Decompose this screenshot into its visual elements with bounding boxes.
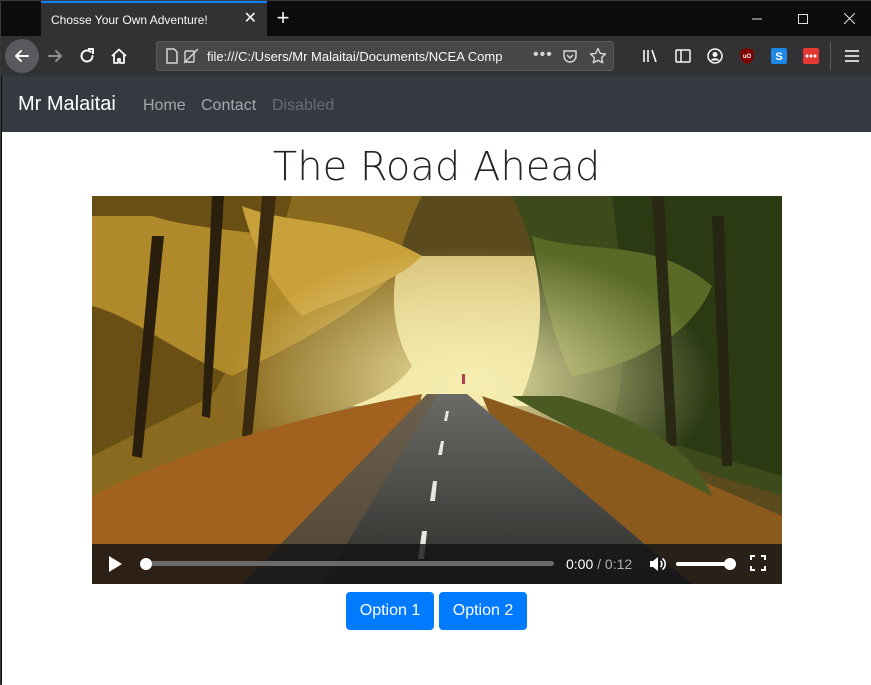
back-icon[interactable]	[5, 39, 39, 73]
extension-dots-icon[interactable]	[795, 40, 827, 72]
maximize-window-icon[interactable]	[780, 1, 826, 36]
fullscreen-icon[interactable]	[750, 555, 766, 571]
volume-slider-handle[interactable]	[724, 558, 736, 570]
url-text[interactable]: file:///C:/Users/Mr Malaitai/Documents/N…	[207, 49, 527, 64]
option-1-button[interactable]: Option 1	[346, 592, 434, 630]
menu-icon[interactable]	[836, 40, 868, 72]
svg-text:uO: uO	[743, 54, 752, 60]
navigation-toolbar: file:///C:/Users/Mr Malaitai/Documents/N…	[1, 36, 871, 76]
page-actions-icon[interactable]: •••	[533, 46, 553, 64]
tab-title: Chosse Your Own Adventure!	[51, 13, 208, 27]
new-tab-icon[interactable]: +	[273, 7, 293, 29]
page-icon[interactable]	[165, 48, 179, 69]
minimize-window-icon[interactable]	[734, 1, 780, 36]
permissions-icon[interactable]	[183, 48, 199, 69]
account-icon[interactable]	[699, 40, 731, 72]
play-icon[interactable]	[107, 555, 123, 573]
reload-icon[interactable]	[71, 40, 103, 72]
progress-scrubber[interactable]	[140, 558, 152, 570]
home-icon[interactable]	[103, 40, 135, 72]
site-navbar: Mr Malaitai Home Contact Disabled	[2, 76, 871, 132]
time-separator: /	[593, 556, 605, 572]
page-viewport: Mr Malaitai Home Contact Disabled The Ro…	[2, 76, 871, 685]
svg-text:S: S	[775, 51, 782, 63]
nav-link-disabled: Disabled	[272, 97, 335, 114]
forward-icon[interactable]	[39, 40, 71, 72]
extension-s-icon[interactable]: S	[763, 40, 795, 72]
nav-link-contact[interactable]: Contact	[201, 97, 256, 115]
tab-strip: Chosse Your Own Adventure! ✕ +	[1, 1, 871, 36]
sidebar-icon[interactable]	[667, 40, 699, 72]
current-time: 0:00	[566, 556, 594, 572]
ublock-icon[interactable]: uO	[731, 40, 763, 72]
navbar-brand[interactable]: Mr Malaitai	[18, 93, 116, 116]
video-frame-forest-road	[92, 196, 782, 584]
nav-link-home[interactable]: Home	[143, 97, 186, 115]
option-2-button[interactable]: Option 2	[439, 592, 527, 630]
browser-tab[interactable]: Chosse Your Own Adventure! ✕	[41, 1, 267, 36]
browser-window: Chosse Your Own Adventure! ✕ + file:///C…	[0, 0, 871, 685]
volume-icon[interactable]	[648, 555, 666, 573]
duration-time: 0:12	[604, 556, 633, 572]
library-icon[interactable]	[635, 40, 667, 72]
pocket-icon[interactable]	[562, 48, 578, 69]
page-title: The Road Ahead	[272, 144, 601, 190]
progress-bar[interactable]	[144, 561, 554, 566]
bookmark-star-icon[interactable]	[589, 47, 607, 70]
time-display: 0:00 / 0:12	[566, 556, 632, 572]
video-player[interactable]: 0:00 / 0:12	[92, 196, 782, 584]
close-tab-icon[interactable]: ✕	[244, 11, 257, 27]
video-controls: 0:00 / 0:12	[92, 544, 782, 584]
close-window-icon[interactable]	[826, 1, 871, 36]
url-bar[interactable]: file:///C:/Users/Mr Malaitai/Documents/N…	[156, 41, 614, 71]
toolbar-divider	[830, 42, 831, 70]
